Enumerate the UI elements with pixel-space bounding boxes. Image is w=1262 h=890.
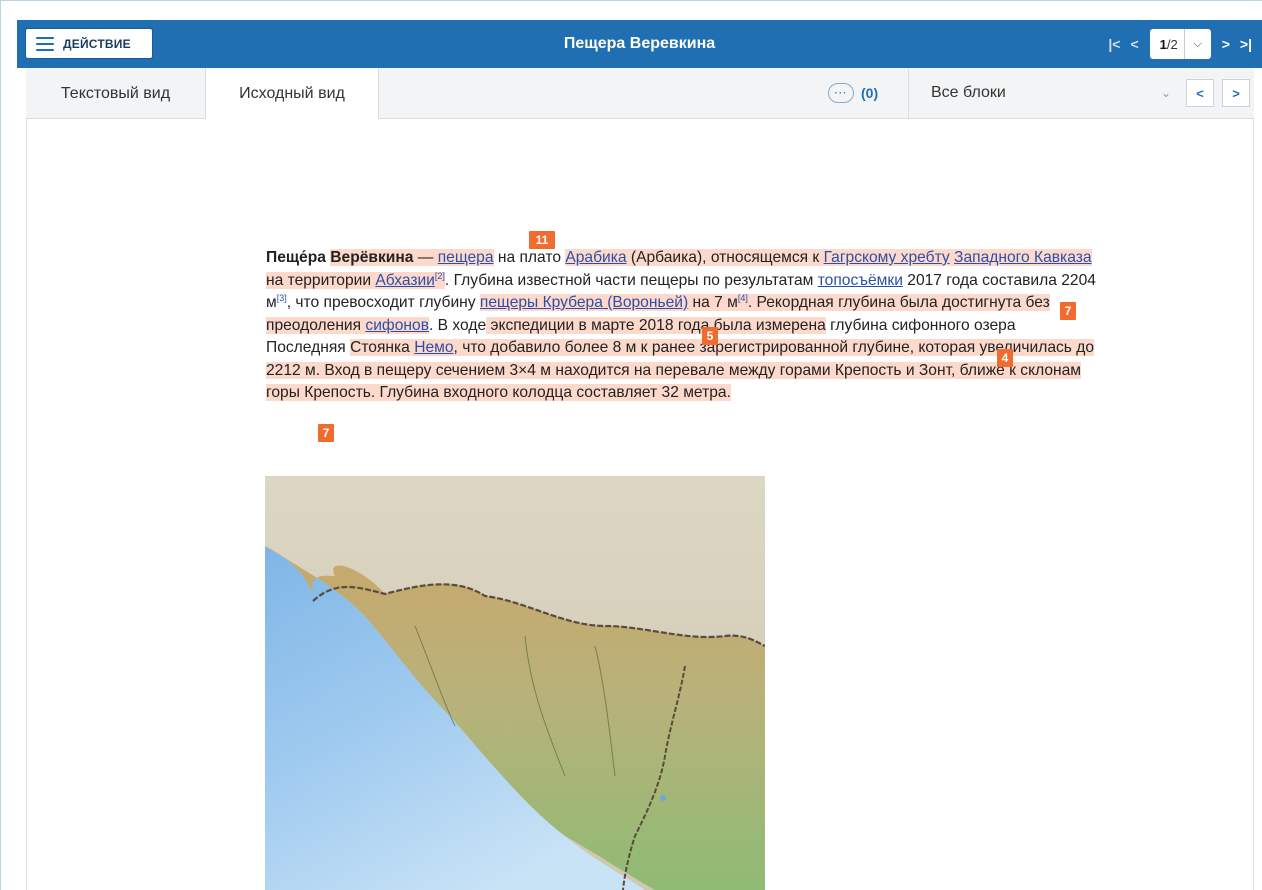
page-total: /2 [1166,36,1178,52]
text-territory: на территории [266,271,376,289]
lake-marker [660,795,666,801]
page-number: 1/2 [1150,37,1184,52]
top-toolbar: ДЕЙСТВИЕ Пещера Веревкина |< < 1/2 ⌵ > >… [17,20,1262,68]
link-zapadnogo-kavkaza[interactable]: Западного Кавказа [954,249,1091,266]
chevron-down-icon: ⌄ [1160,86,1171,100]
text-ekspedicii: экспедиции в марте 2018 года была измере… [486,316,826,334]
page-selector[interactable]: 1/2 ⌵ [1149,29,1211,59]
text-segment-6: Вход в пещеру сечением 3×4 м находится н… [266,361,1082,402]
next-page-icon[interactable]: > [1222,36,1230,52]
prev-page-icon[interactable]: < [1130,36,1138,52]
text-arbaika: (Арбаика), относящемся к [626,249,824,266]
last-page-icon[interactable]: >| [1240,36,1252,52]
text-7m: на 7 м [688,294,738,311]
match-marker[interactable]: 11 [529,231,555,249]
app-window: ДЕЙСТВИЕ Пещера Веревкина |< < 1/2 ⌵ > >… [0,0,1262,890]
link-gagrskomu[interactable]: Гагрскому хребту [824,249,950,266]
view-tab-bar: Текстовый вид Исходный вид ··· (0) Все б… [26,68,1254,119]
prev-block-button[interactable]: < [1186,79,1214,107]
article-paragraph: Пеще́ра Верёвкина — пещера на плато Араб… [266,247,1096,405]
comments-button[interactable]: ··· (0) [828,68,878,118]
match-marker[interactable]: 7 [1060,302,1076,320]
page-current: 1 [1159,36,1167,52]
link-toposemki[interactable]: топосъёмки [818,272,903,289]
ref-2[interactable]: [2] [435,270,445,280]
page-dropdown-icon[interactable]: ⌵ [1183,29,1211,59]
blocks-select-value: Все блоки [931,84,1006,101]
page-navigator: |< < 1/2 ⌵ > >| [1103,20,1262,68]
text-plato: на плато [493,249,566,266]
document-title: Пещера Веревкина [563,35,716,52]
text-segment-4: экспедиции в марте 2018 года была измере… [486,316,826,334]
match-marker[interactable]: 5 [702,327,718,345]
first-page-icon[interactable]: |< [1108,36,1120,52]
next-block-button[interactable]: > [1222,79,1250,107]
text-dash: — [413,249,438,266]
chevron-right-icon: > [1232,85,1240,101]
chevron-left-icon: < [1196,85,1204,101]
blocks-select[interactable]: Все блоки ⌄ [908,68,1185,118]
text-stoyanka: Стоянка [350,339,415,356]
title-word-1: Пеще́ра [266,249,326,266]
link-arabika[interactable]: Арабика [565,249,626,266]
text-vkhod: Вход в пещеру сечением 3×4 м находится н… [266,361,1082,402]
hamburger-icon [36,36,54,51]
action-menu-button[interactable]: ДЕЙСТВИЕ [25,28,153,59]
link-peshchera[interactable]: пещера [438,249,494,266]
tab-source-view[interactable]: Исходный вид [205,68,379,119]
ref-4[interactable]: [4] [738,293,748,303]
match-marker[interactable]: 4 [997,349,1013,367]
tab-text-view[interactable]: Текстовый вид [26,68,205,119]
text-v: . В [429,316,449,334]
text-khode: ходе [452,316,487,334]
text-glubina: . Глубина известной части пещеры по резу… [444,271,818,289]
link-nemo[interactable]: Немо [414,339,453,356]
action-button-label: ДЕЙСТВИЕ [63,36,131,51]
comment-bubble-icon: ··· [828,83,854,103]
relief-map-image [265,476,765,890]
link-krubera[interactable]: пещеры Крубера (Вороньей) [480,294,688,311]
match-marker[interactable]: 7 [318,424,334,442]
link-abkhazia[interactable]: Абхазии [375,272,435,289]
text-prevos: , что превосходит глубину [286,294,480,311]
text-segment: Верёвкина — пещера [330,249,494,266]
ref-3[interactable]: [3] [277,293,287,303]
link-sifonov[interactable]: сифонов [365,317,429,334]
comments-count: (0) [861,85,879,101]
title-word-2: Верёвкина [330,249,414,266]
